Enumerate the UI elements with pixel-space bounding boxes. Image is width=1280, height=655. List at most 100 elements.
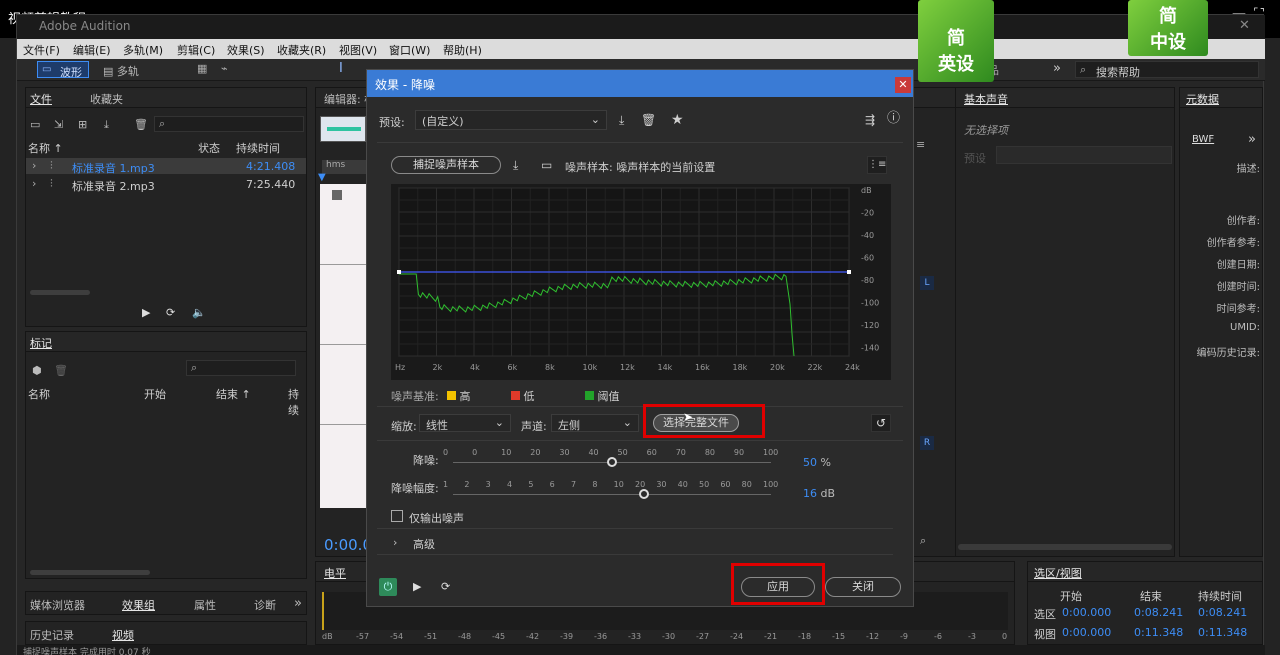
marker-add-icon[interactable]: ⬢ bbox=[32, 364, 42, 377]
sv-view-end[interactable]: 0:11.348 bbox=[1134, 626, 1183, 639]
delete-icon[interactable]: 🗑 bbox=[134, 118, 148, 131]
tab-essential-sound[interactable]: 基本声音 bbox=[964, 91, 1008, 107]
zoom-icon[interactable]: ⌕ bbox=[920, 534, 926, 548]
output-noise-only-checkbox[interactable] bbox=[391, 510, 403, 522]
more-tabs-chevron-icon[interactable]: » bbox=[294, 596, 302, 611]
expand-chevron-icon[interactable]: › bbox=[32, 159, 36, 172]
routing-icon[interactable]: ⇶ bbox=[865, 114, 875, 126]
clip-gain-icon[interactable] bbox=[332, 190, 342, 200]
loop-icon[interactable]: ⟳ bbox=[166, 306, 175, 319]
sv-selection-duration[interactable]: 0:08.241 bbox=[1198, 606, 1247, 619]
col-name[interactable]: 名称 ↑ bbox=[28, 140, 63, 156]
tab-history[interactable]: 历史记录 bbox=[30, 627, 74, 643]
play-icon[interactable]: ▶ bbox=[142, 306, 150, 319]
reduce-by-value[interactable]: 16 dB bbox=[803, 487, 835, 500]
panel-menu-icon[interactable]: ≡ bbox=[916, 138, 925, 151]
markers-col-duration[interactable]: 持续 bbox=[288, 386, 306, 418]
expand-chevron-icon[interactable]: › bbox=[32, 177, 36, 190]
tab-properties[interactable]: 属性 bbox=[194, 597, 216, 613]
time-selection-tool-icon[interactable]: I bbox=[339, 61, 343, 76]
tab-markers[interactable]: 标记 bbox=[30, 335, 52, 351]
reset-icon[interactable]: ↺ bbox=[871, 414, 891, 432]
noise-reduction-thumb[interactable] bbox=[607, 457, 617, 467]
pitch-view-icon[interactable]: ⌁ bbox=[221, 62, 228, 75]
menu-favorites[interactable]: 收藏夹(R) bbox=[277, 42, 326, 58]
markers-filter-input[interactable]: ⌕ bbox=[186, 360, 296, 376]
threshold-handle-right[interactable] bbox=[847, 270, 851, 274]
sv-selection-end[interactable]: 0:08.241 bbox=[1134, 606, 1183, 619]
open-noise-print-icon[interactable]: ▭ bbox=[541, 159, 552, 171]
col-status[interactable]: 状态 bbox=[198, 140, 220, 156]
markers-scrollbar[interactable] bbox=[30, 570, 150, 575]
autoplay-volume-icon[interactable]: 🔈 bbox=[192, 306, 206, 319]
playhead-icon[interactable]: ▼ bbox=[318, 172, 326, 183]
info-icon[interactable]: ⓘ bbox=[887, 112, 900, 125]
menu-clip[interactable]: 剪辑(C) bbox=[177, 42, 215, 58]
import-icon[interactable]: ⇲ bbox=[54, 118, 63, 131]
save-preset-icon[interactable]: ⤓ bbox=[619, 114, 624, 126]
graph-menu-icon[interactable]: ⋮≡ bbox=[867, 156, 887, 174]
tab-files[interactable]: 文件 bbox=[30, 91, 52, 107]
tab-media-browser[interactable]: 媒体浏览器 bbox=[30, 597, 85, 613]
sv-selection-start[interactable]: 0:00.000 bbox=[1062, 606, 1111, 619]
menu-help[interactable]: 帮助(H) bbox=[443, 42, 482, 58]
new-file-icon[interactable]: ⊞ bbox=[78, 118, 87, 131]
overflow-chevron-icon[interactable]: » bbox=[1053, 61, 1061, 76]
insert-icon[interactable]: ⤓ bbox=[104, 118, 109, 132]
markers-col-end[interactable]: 结束 ↑ bbox=[216, 386, 251, 402]
tab-favorites[interactable]: 收藏夹 bbox=[90, 91, 123, 107]
metadata-more-icon[interactable]: » bbox=[1248, 132, 1256, 147]
files-filter-input[interactable]: ⌕ bbox=[154, 116, 304, 132]
menu-multitrack[interactable]: 多轨(M) bbox=[123, 42, 163, 58]
menu-file[interactable]: 文件(F) bbox=[23, 42, 60, 58]
preview-loop-icon[interactable]: ⟳ bbox=[441, 580, 450, 593]
tab-diagnostics[interactable]: 诊断 bbox=[254, 597, 276, 613]
help-search-input[interactable]: ⌕ 搜索帮助 bbox=[1075, 61, 1259, 79]
advanced-section-label[interactable]: 高级 bbox=[413, 536, 435, 552]
horizontal-scrollbar[interactable] bbox=[30, 290, 90, 295]
right-channel-badge[interactable]: R bbox=[920, 436, 934, 450]
reduce-by-thumb[interactable] bbox=[639, 489, 649, 499]
markers-col-name[interactable]: 名称 bbox=[28, 386, 50, 402]
noise-graph[interactable]: dB -20 -40 -60 -80 -100 -120 -140 Hz 2k 4k 6k 8k 10k… bbox=[391, 184, 891, 380]
file-row[interactable]: › ⫶ 标准录音 2.mp3 7:25.440 bbox=[26, 176, 306, 193]
left-channel-badge[interactable]: L bbox=[920, 276, 934, 290]
markers-col-start[interactable]: 开始 bbox=[144, 386, 166, 402]
delete-preset-icon[interactable]: 🗑 bbox=[641, 114, 656, 126]
sv-view-duration[interactable]: 0:11.348 bbox=[1198, 626, 1247, 639]
marker-delete-icon[interactable]: 🗑 bbox=[54, 364, 68, 377]
dialog-close-icon[interactable]: ✕ bbox=[895, 77, 911, 93]
col-duration[interactable]: 持续时间 bbox=[236, 140, 280, 156]
file-row[interactable]: › ⫶ 标准录音 1.mp3 4:21.408 bbox=[26, 158, 306, 175]
menu-edit[interactable]: 编辑(E) bbox=[73, 42, 111, 58]
sv-view-start[interactable]: 0:00.000 bbox=[1062, 626, 1111, 639]
spectral-view-icon[interactable]: ▦ bbox=[197, 62, 207, 75]
scale-select[interactable]: 线性 ⌄ bbox=[419, 414, 511, 432]
menu-effects[interactable]: 效果(S) bbox=[227, 42, 265, 58]
open-folder-icon[interactable]: ▭ bbox=[30, 118, 40, 131]
preview-play-icon[interactable]: ▶ bbox=[413, 580, 421, 593]
tab-video[interactable]: 视频 bbox=[112, 627, 134, 643]
tab-levels[interactable]: 电平 bbox=[324, 565, 346, 581]
multitrack-mode-button[interactable]: ▤ 多轨 bbox=[103, 63, 139, 79]
waveform-display[interactable] bbox=[320, 184, 368, 508]
close-window-icon[interactable]: ✕ bbox=[1239, 18, 1250, 33]
threshold-handle-left[interactable] bbox=[397, 270, 401, 274]
noise-reduction-value[interactable]: 50 % bbox=[803, 456, 831, 469]
essential-preset-select[interactable] bbox=[996, 146, 1172, 164]
favorite-star-icon[interactable]: ★ bbox=[671, 113, 684, 127]
tab-effects-rack[interactable]: 效果组 bbox=[122, 597, 155, 613]
tab-metadata[interactable]: 元数据 bbox=[1186, 91, 1219, 107]
save-noise-print-icon[interactable]: ⤓ bbox=[513, 159, 518, 171]
overview-waveform[interactable] bbox=[320, 116, 366, 142]
tab-selection-view[interactable]: 选区/视图 bbox=[1034, 565, 1082, 581]
bwf-tab[interactable]: BWF bbox=[1192, 134, 1214, 145]
power-toggle-icon[interactable]: ⏻ bbox=[379, 578, 397, 596]
preset-select[interactable]: (自定义) ⌄ bbox=[415, 110, 607, 130]
advanced-chevron-icon[interactable]: › bbox=[393, 536, 397, 549]
essential-scrollbar[interactable] bbox=[958, 544, 1172, 550]
reduce-by-track[interactable] bbox=[453, 494, 771, 495]
channel-select[interactable]: 左侧 ⌄ bbox=[551, 414, 639, 432]
menu-view[interactable]: 视图(V) bbox=[339, 42, 377, 58]
capture-noise-print-button[interactable]: 捕捉噪声样本 bbox=[391, 156, 501, 174]
